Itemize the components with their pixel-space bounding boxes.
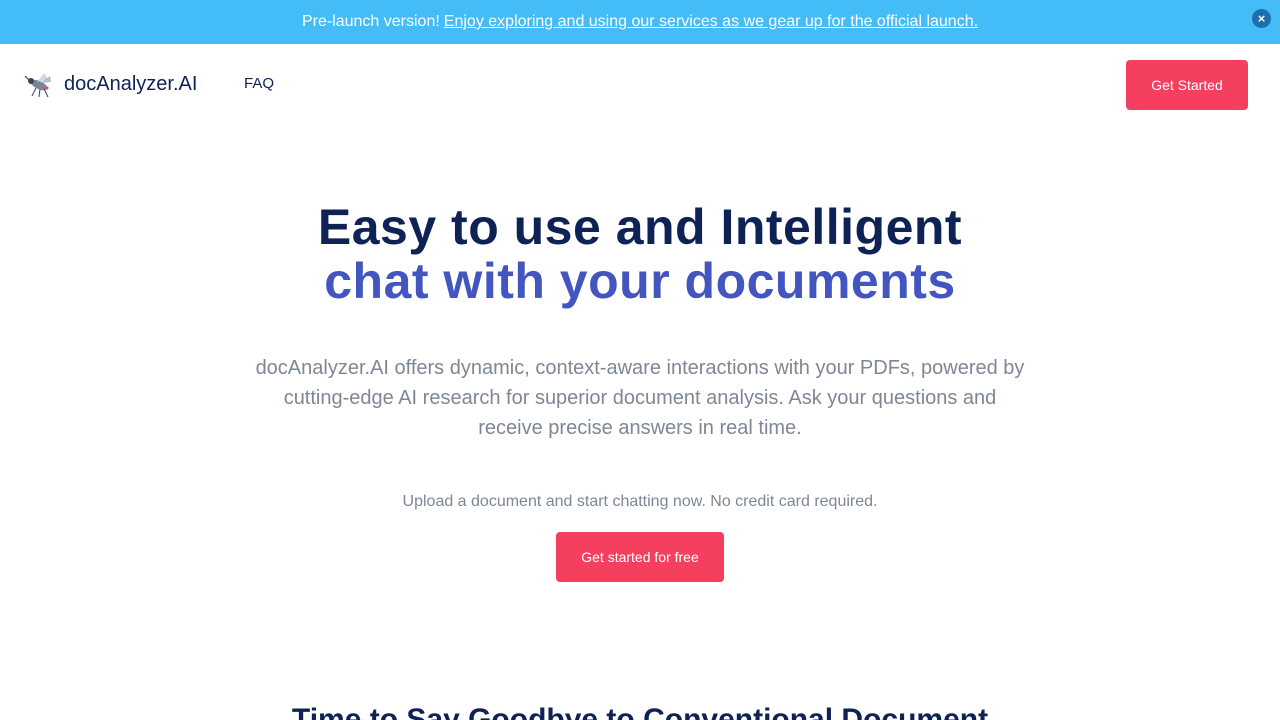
banner-prefix: Pre-launch version! xyxy=(301,13,440,30)
top-navigation: docAnalyzer.AI FAQ Get Started xyxy=(0,44,1280,124)
robot-mosquito-logo-icon xyxy=(24,73,51,98)
brand-logo-link[interactable]: docAnalyzer.AI xyxy=(24,70,197,98)
get-started-button[interactable]: Get Started xyxy=(1126,60,1248,110)
get-started-free-button[interactable]: Get started for free xyxy=(556,532,724,582)
hero-title: Easy to use and Intelligent chat with yo… xyxy=(0,200,1280,308)
brand-name: docAnalyzer.AI xyxy=(64,72,198,95)
prelaunch-banner: Pre-launch version! Enjoy exploring and … xyxy=(0,0,1280,44)
banner-link[interactable]: Enjoy exploring and using our services a… xyxy=(444,13,978,31)
section-heading: Time to Say Goodbye to Conventional Docu… xyxy=(291,703,989,720)
hero-title-line-1: Easy to use and Intelligent xyxy=(317,199,963,255)
hero-description: docAnalyzer.AI offers dynamic, context-a… xyxy=(255,357,1025,439)
close-icon[interactable]: × xyxy=(1252,9,1271,28)
hero-title-line-2: chat with your documents xyxy=(324,253,956,309)
hero-note: Upload a document and start chatting now… xyxy=(402,493,878,510)
nav-link-faq[interactable]: FAQ xyxy=(244,75,274,92)
